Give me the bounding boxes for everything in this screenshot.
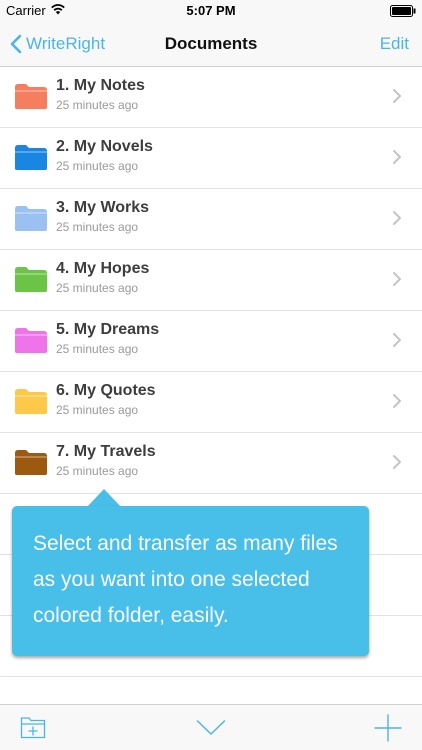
- folder-icon: [15, 145, 47, 170]
- chevron-down-icon: [196, 720, 226, 735]
- list-item[interactable]: 6. My Quotes 25 minutes ago: [0, 372, 422, 433]
- chevron-right-icon: [393, 394, 401, 408]
- chevron-left-icon: [10, 34, 22, 54]
- folder-icon: [15, 328, 47, 353]
- plus-icon: [374, 714, 402, 742]
- folder-timestamp: 25 minutes ago: [56, 342, 139, 356]
- folder-title: 3. My Works: [56, 199, 150, 216]
- folder-icon: [15, 206, 47, 231]
- folder-title: 6. My Quotes: [56, 382, 156, 399]
- chevron-right-icon: [393, 272, 401, 286]
- folder-title: 4. My Hopes: [56, 260, 150, 277]
- list-item[interactable]: 2. My Novels 25 minutes ago: [0, 128, 422, 189]
- edit-button[interactable]: Edit: [380, 34, 409, 54]
- folder-icon: [15, 450, 47, 475]
- folder-icon: [15, 84, 47, 109]
- folder-title: 7. My Travels: [56, 443, 156, 460]
- folder-timestamp: 25 minutes ago: [56, 98, 139, 112]
- folder-icon: [15, 389, 47, 414]
- list-item[interactable]: 3. My Works 25 minutes ago: [0, 189, 422, 250]
- chevron-right-icon: [393, 455, 401, 469]
- chevron-right-icon: [393, 333, 401, 347]
- folder-timestamp: 25 minutes ago: [56, 464, 139, 478]
- status-time: 5:07 PM: [186, 3, 236, 18]
- folder-title: 5. My Dreams: [56, 321, 160, 338]
- folder-icon: [15, 267, 47, 292]
- chevron-right-icon: [393, 211, 401, 225]
- status-bar: Carrier 5:07 PM: [0, 0, 422, 22]
- folder-timestamp: 25 minutes ago: [56, 281, 139, 295]
- battery-icon: [390, 5, 416, 17]
- folder-title: 1. My Notes: [56, 77, 145, 94]
- add-button[interactable]: [374, 714, 402, 742]
- folder-timestamp: 25 minutes ago: [56, 220, 139, 234]
- back-button[interactable]: WriteRight: [10, 30, 105, 58]
- navigation-bar: WriteRight Documents Edit: [0, 22, 422, 67]
- folder-timestamp: 25 minutes ago: [56, 159, 139, 173]
- back-button-label: WriteRight: [26, 34, 106, 53]
- tooltip-callout[interactable]: Select and transfer as many files as you…: [12, 506, 369, 656]
- chevron-right-icon: [393, 150, 401, 164]
- screen: Carrier 5:07 PM WriteRight Documents Edi…: [0, 0, 422, 750]
- new-folder-icon: [20, 717, 46, 739]
- bottom-toolbar: [0, 704, 422, 750]
- tooltip-text: Select and transfer as many files as you…: [33, 532, 338, 627]
- list-item[interactable]: 4. My Hopes 25 minutes ago: [0, 250, 422, 311]
- tooltip-arrow: [87, 489, 121, 507]
- folder-title: 2. My Novels: [56, 138, 153, 155]
- list-item[interactable]: 7. My Travels 25 minutes ago: [0, 433, 422, 494]
- new-folder-button[interactable]: [20, 715, 46, 739]
- list-item[interactable]: 5. My Dreams 25 minutes ago: [0, 311, 422, 372]
- folder-timestamp: 25 minutes ago: [56, 403, 139, 417]
- chevron-right-icon: [393, 89, 401, 103]
- collapse-button[interactable]: [196, 719, 226, 737]
- list-item[interactable]: 1. My Notes 25 minutes ago: [0, 67, 422, 128]
